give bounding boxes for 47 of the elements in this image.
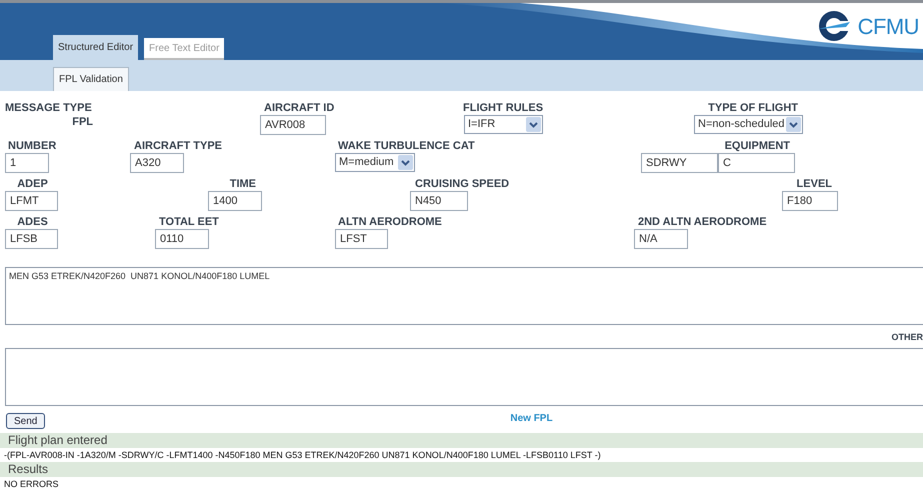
logo-text: CFMU	[858, 12, 919, 40]
field-label: WAKE TURBULENCE CAT	[337, 138, 476, 153]
other-field[interactable]	[5, 348, 923, 406]
send-button[interactable]: Send	[6, 413, 46, 429]
input-field[interactable]: 0110	[155, 228, 209, 249]
chevron-down-icon	[786, 116, 801, 132]
field-label: ADES	[16, 214, 49, 229]
input-field[interactable]: F180	[782, 190, 838, 211]
input-field[interactable]: LFST	[335, 228, 388, 249]
other-label: OTHER	[892, 331, 923, 344]
field-label: TIME	[228, 176, 257, 191]
input-field[interactable]: N/A	[634, 228, 688, 249]
input-field[interactable]: SDRWY	[641, 152, 718, 173]
chevron-down-icon	[398, 154, 413, 170]
input-field[interactable]: LFSB	[5, 228, 58, 249]
field-label: TOTAL EET	[158, 214, 220, 229]
dropdown-select[interactable]: I=IFR	[464, 114, 543, 134]
chevron-down-icon	[526, 116, 541, 132]
field-label: FLIGHT RULES	[463, 100, 543, 115]
section-text: NO ERRORS	[3, 478, 60, 491]
input-field[interactable]: C	[718, 152, 795, 173]
field-label: LEVEL	[796, 176, 833, 191]
section-title: Results	[8, 462, 48, 477]
field-label: CRUISING SPEED	[414, 176, 510, 191]
field-label: MESSAGE TYPE	[5, 100, 93, 115]
new-fpl-link[interactable]: New FPL	[510, 410, 553, 426]
input-field[interactable]: 1	[5, 152, 49, 173]
input-field[interactable]: A320	[130, 152, 184, 173]
field-label: EQUIPMENT	[724, 138, 791, 153]
field-label: ADEP	[16, 176, 49, 191]
section-title: Flight plan entered	[8, 433, 108, 448]
input-field[interactable]: LFMT	[5, 190, 58, 211]
input-field[interactable]: N450	[410, 190, 468, 211]
dropdown-select[interactable]: N=non-scheduled	[694, 114, 803, 134]
field-label: NUMBER	[7, 138, 58, 153]
input-field[interactable]: AVR008	[260, 114, 326, 135]
field-label: 2ND ALTN AERODROME	[637, 214, 768, 229]
field-label: AIRCRAFT TYPE	[133, 138, 220, 153]
editor-tab[interactable]: Structured Editor	[53, 35, 138, 60]
section-text: -(FPL-AVR008-IN -1A320/M -SDRWY/C -LFMT1400 -N450F180 MEN G53 ETREK/N420F260 UN871 KONOL/N400F180 LUMEL -LFSB0110 LFST -)	[3, 449, 602, 462]
field-label: TYPE OF FLIGHT	[707, 100, 799, 115]
field-label: ALTN AERODROME	[337, 214, 443, 229]
validation-tab[interactable]: FPL Validation	[53, 66, 129, 91]
message-type-value: FPL	[72, 114, 93, 129]
input-field[interactable]: 1400	[208, 190, 262, 211]
dropdown-select[interactable]: M=medium	[335, 152, 415, 172]
route-field[interactable]: MEN G53 ETREK/N420F260 UN871 KONOL/N400F180 LUMEL	[5, 266, 923, 326]
